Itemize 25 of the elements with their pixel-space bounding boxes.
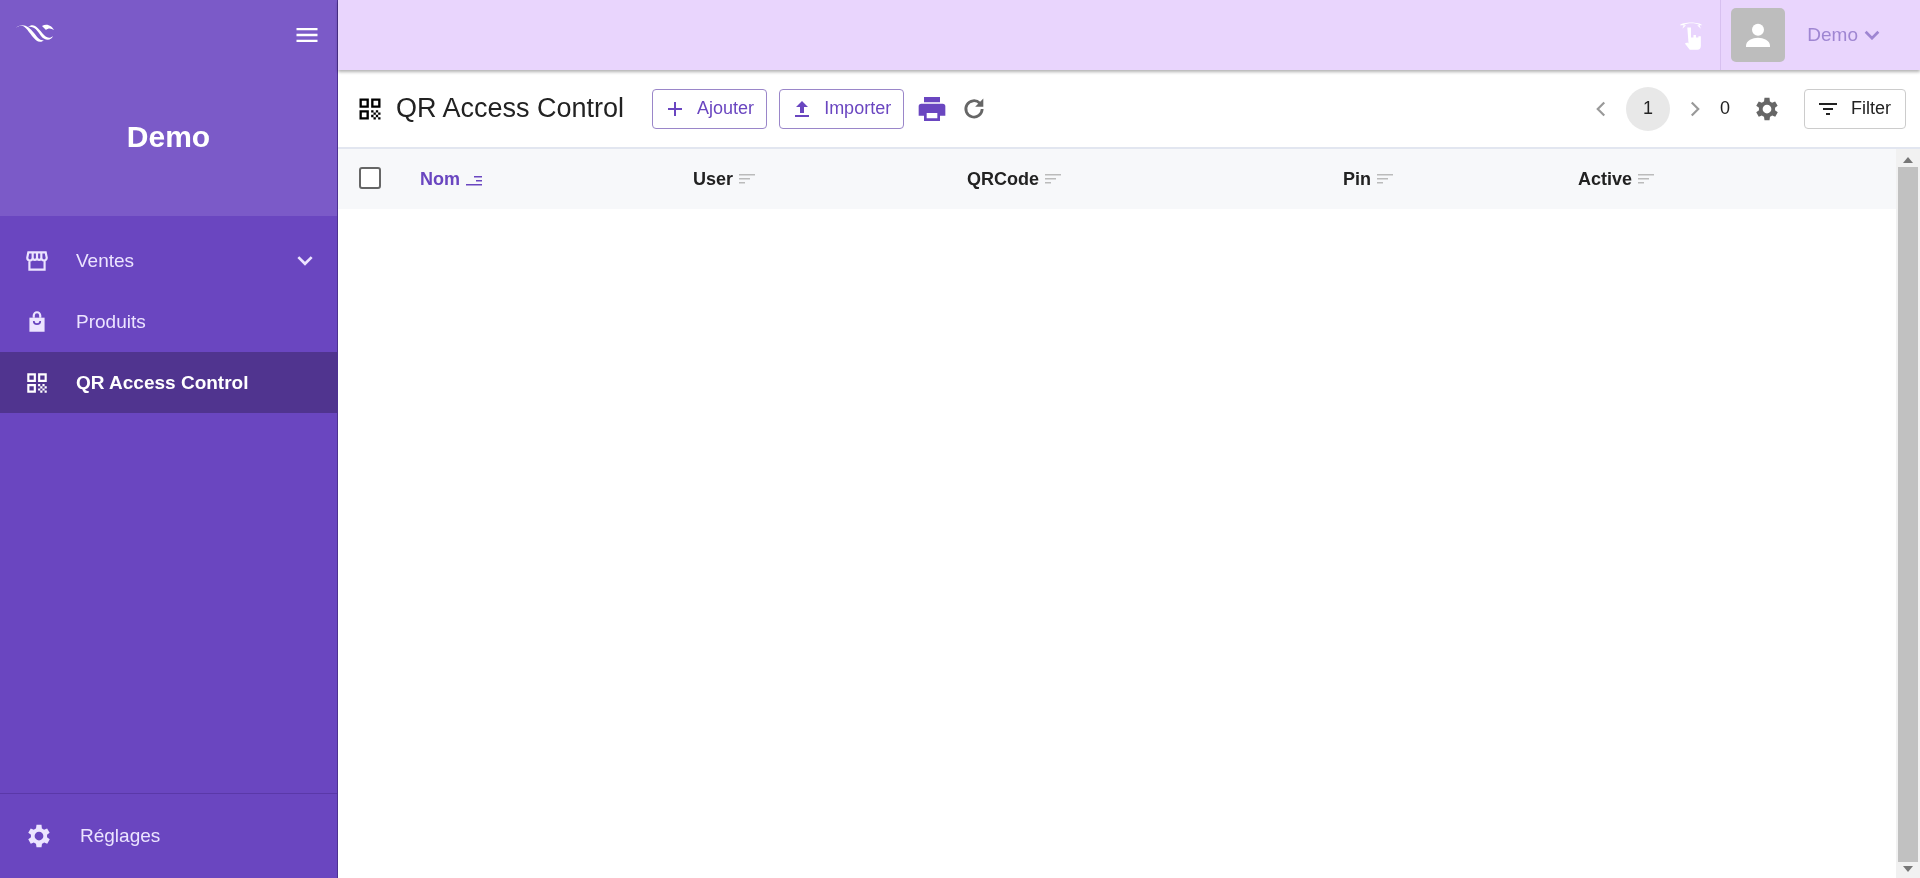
scroll-up-icon[interactable] xyxy=(1903,157,1913,163)
column-header[interactable]: User xyxy=(693,168,734,190)
import-button[interactable]: Importer xyxy=(779,88,905,129)
column-header[interactable]: Active xyxy=(1578,168,1633,190)
sidebar-item[interactable]: Produits xyxy=(0,291,337,352)
chevron-down-icon[interactable] xyxy=(297,255,313,266)
plus-icon xyxy=(667,100,684,117)
add-button[interactable]: Ajouter xyxy=(652,88,768,129)
filter-icon xyxy=(1819,102,1837,115)
scrollbar-thumb[interactable] xyxy=(1898,167,1918,862)
select-all-checkbox[interactable] xyxy=(359,167,381,189)
page-title: QR Access Control xyxy=(396,93,625,124)
scroll-down-icon[interactable] xyxy=(1903,866,1913,872)
settings-item[interactable]: Réglages xyxy=(0,805,337,867)
brand-name: Demo xyxy=(126,120,211,154)
sidebar-item[interactable]: Ventes xyxy=(0,230,337,291)
total-count: 0 xyxy=(1720,98,1730,119)
column-header[interactable]: Pin xyxy=(1343,168,1371,190)
upload-icon xyxy=(794,100,811,117)
chevron-down-icon xyxy=(1864,30,1880,40)
column-header[interactable]: Nom xyxy=(420,168,460,190)
sidebar-item[interactable]: QR Access Control xyxy=(0,352,337,413)
column-header[interactable]: QRCode xyxy=(967,168,1039,190)
filter-button[interactable]: Filter xyxy=(1804,88,1906,129)
page-button[interactable]: 1 xyxy=(1626,86,1670,131)
